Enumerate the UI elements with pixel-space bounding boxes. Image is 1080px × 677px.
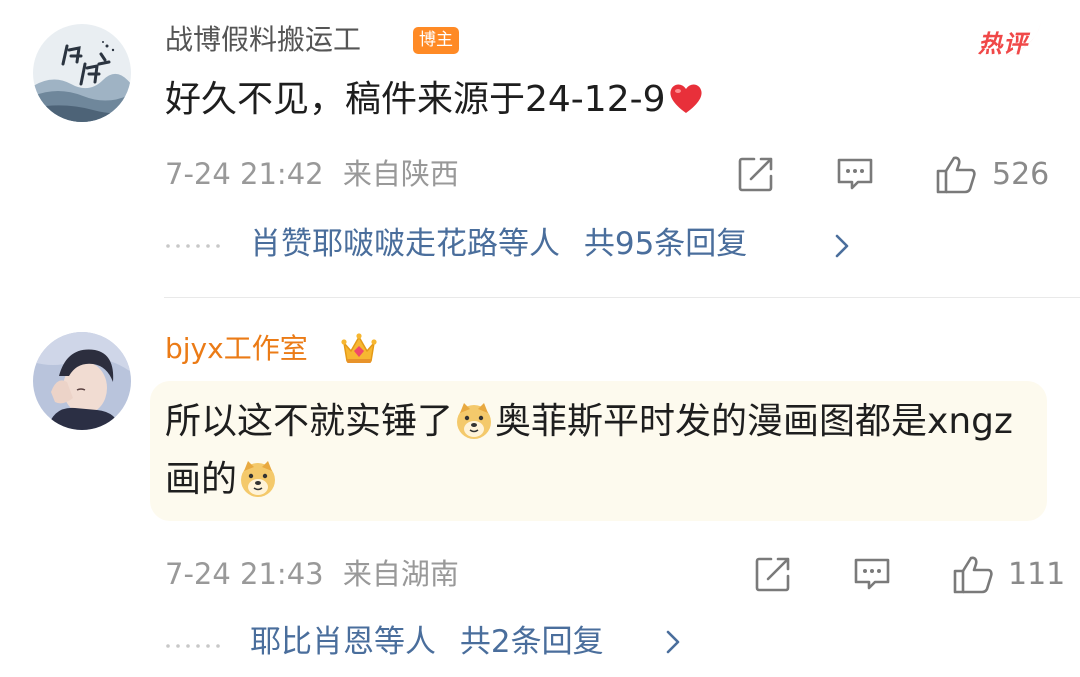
comment-text: 所以这不就实锤了 奥菲斯平时发的漫画图都是xngz画的	[165, 393, 1025, 509]
comment-location: 来自陕西	[342, 157, 459, 191]
comment-meta: 7-24 21:42 来自陕西	[165, 156, 459, 192]
reply-count: 共2条回复	[459, 624, 604, 660]
reply-dots-icon	[166, 644, 220, 648]
comment-location: 来自湖南	[342, 557, 459, 591]
author-badge: 博主	[413, 27, 459, 54]
doge-emoji-icon	[241, 461, 276, 497]
username[interactable]: 战博假料搬运工	[165, 22, 361, 58]
comment-time: 7-24 21:43	[165, 557, 324, 591]
comment-item: 战博假料搬运工 博主 热评 好久不见，稿件来源于24-12-9 7-24 21:…	[0, 0, 1080, 298]
comment-text-body: 好久不见，稿件来源于24-12-9	[165, 79, 666, 120]
comment-divider	[164, 297, 1080, 298]
reply-dots-icon	[166, 244, 220, 248]
like-count: 111	[1008, 557, 1066, 592]
reply-names: 肖赞耶啵啵走花路等人	[250, 226, 560, 262]
hot-tag-label: 热评	[978, 30, 1028, 58]
crown-icon	[341, 333, 377, 363]
username[interactable]: bjyx工作室	[165, 331, 308, 367]
comment-text: 好久不见，稿件来源于24-12-9	[165, 78, 704, 122]
chevron-right-icon	[835, 234, 849, 258]
comment-time: 7-24 21:42	[165, 157, 324, 191]
comment-icon[interactable]	[836, 155, 874, 193]
share-icon[interactable]	[754, 555, 792, 593]
comment-meta: 7-24 21:43 来自湖南	[165, 556, 459, 592]
hot-comment-tag: 热评	[975, 18, 1043, 58]
like-icon[interactable]	[935, 155, 977, 195]
view-replies-link[interactable]: 耶比肖恩等人 共2条回复	[250, 622, 604, 662]
reply-names: 耶比肖恩等人	[250, 624, 436, 660]
view-replies-link[interactable]: 肖赞耶啵啵走花路等人 共95条回复	[250, 224, 747, 264]
avatar[interactable]	[33, 24, 131, 122]
avatar[interactable]	[33, 332, 131, 430]
reply-count: 共95条回复	[583, 226, 748, 262]
chevron-right-icon	[666, 630, 680, 654]
doge-emoji-icon	[457, 403, 492, 439]
like-icon[interactable]	[952, 555, 994, 595]
heart-emoji-icon	[669, 84, 702, 113]
avatar-image	[33, 332, 131, 430]
comment-icon[interactable]	[853, 555, 891, 593]
share-icon[interactable]	[737, 155, 775, 193]
avatar-image	[33, 24, 131, 122]
comment-text-part: 所以这不就实锤了	[165, 401, 454, 442]
like-count: 526	[992, 157, 1050, 192]
